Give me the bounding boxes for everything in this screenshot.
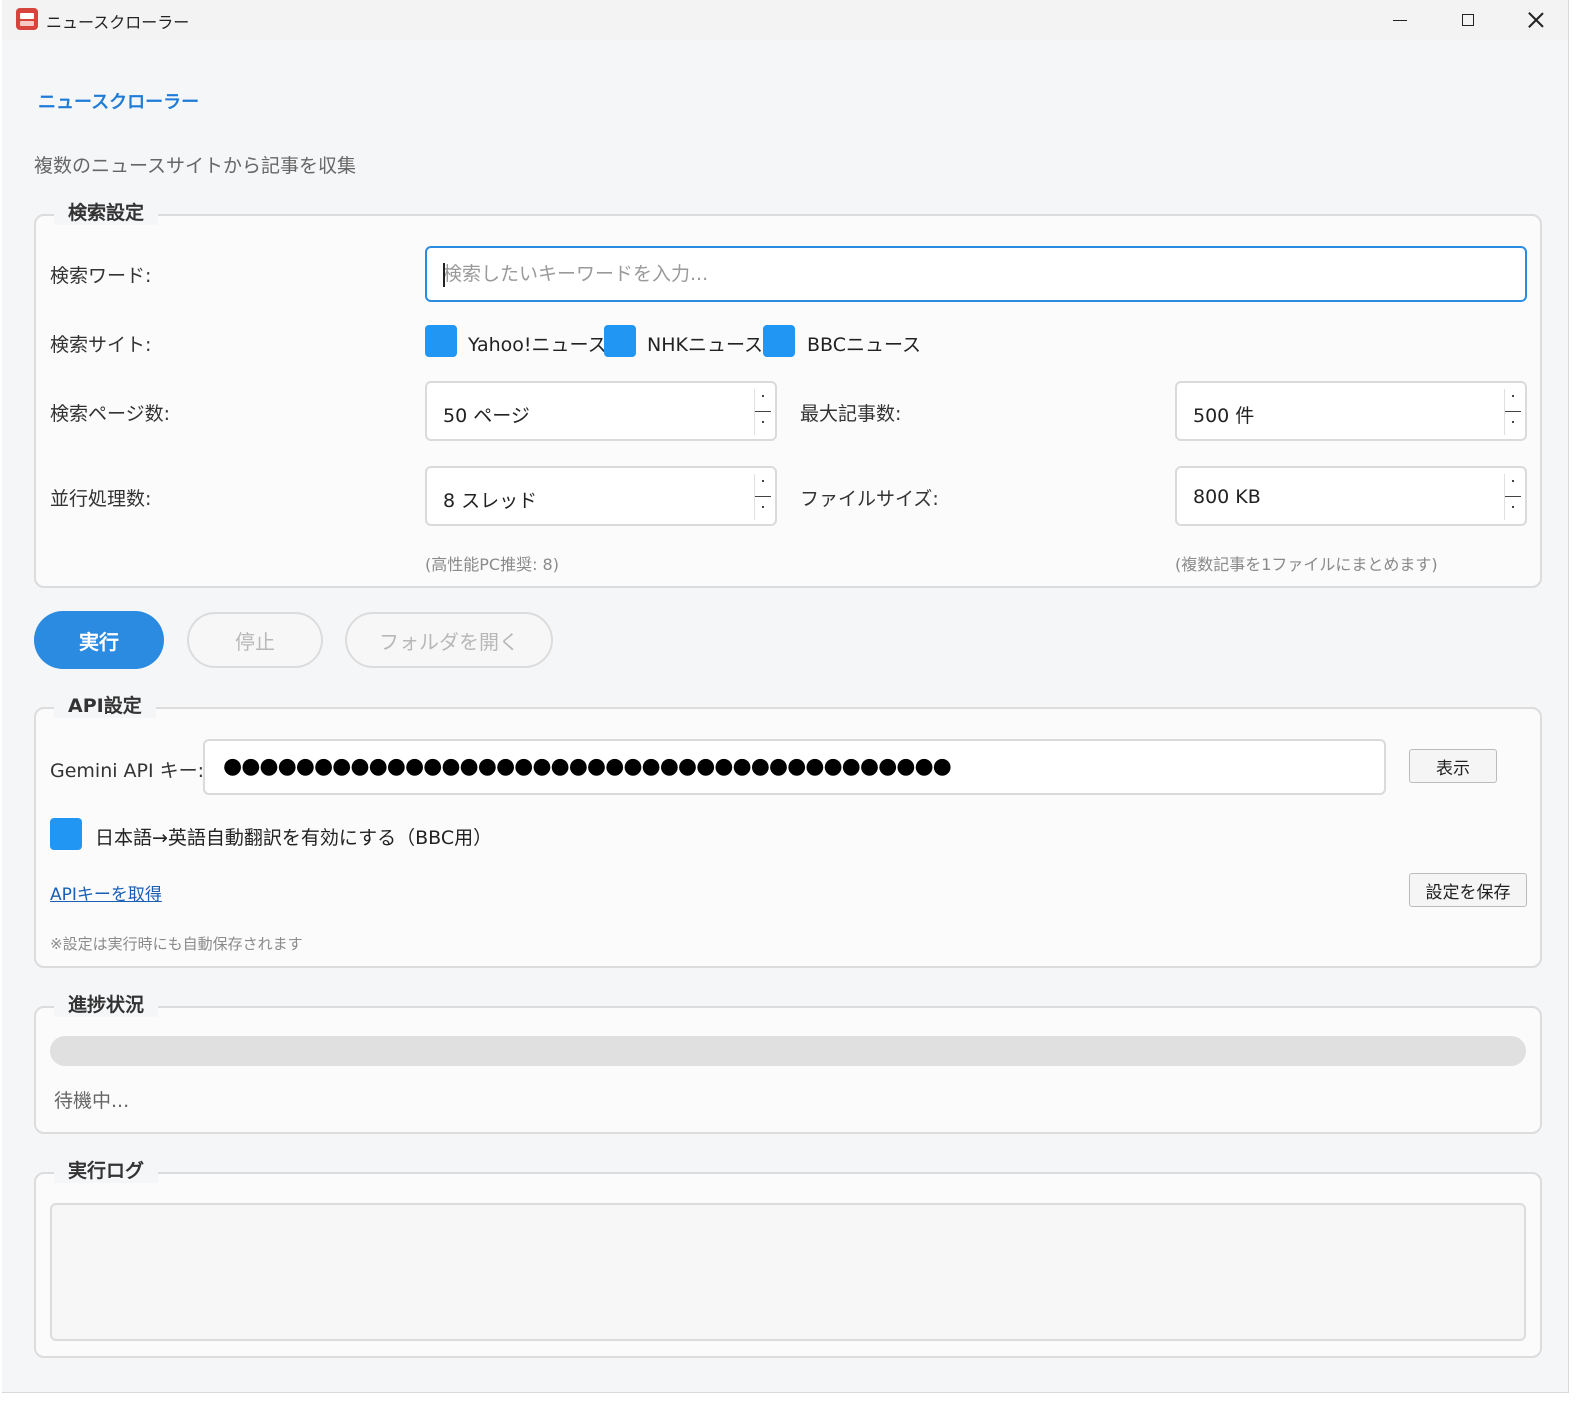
yahoo-label[interactable]: Yahoo!ニュース — [468, 330, 607, 357]
max-articles-value: 500 件 — [1193, 405, 1255, 427]
app-heading: ニュースクローラー — [38, 92, 200, 113]
maximize-button[interactable] — [1434, 0, 1502, 40]
save-settings-button[interactable]: 設定を保存 — [1409, 873, 1527, 907]
close-icon — [1528, 12, 1544, 28]
file-size-spin-buttons[interactable] — [1504, 474, 1521, 520]
keyword-input[interactable] — [443, 248, 1509, 300]
app-window: ニュースクローラー ニュースクローラー 複数のニュースサイトから記事を収集 検索… — [2, 0, 1569, 1393]
keyword-label: 検索ワード: — [50, 265, 152, 287]
file-size-label: ファイルサイズ: — [800, 488, 939, 510]
yahoo-checkbox[interactable] — [425, 325, 457, 357]
spin-up-icon[interactable] — [760, 393, 766, 399]
pages-spin-buttons[interactable] — [754, 389, 771, 435]
search-settings-legend: 検索設定 — [54, 198, 159, 225]
status-text: 待機中... — [54, 1090, 130, 1112]
pages-spinbox[interactable]: 50 ページ — [425, 381, 777, 441]
autosave-note: ※設定は実行時にも自動保存されます — [50, 935, 303, 953]
progress-legend: 進捗状況 — [54, 990, 159, 1017]
progress-bar — [50, 1036, 1526, 1066]
threads-hint: (高性能PC推奨: 8) — [425, 555, 559, 574]
api-key-label: Gemini API キー: — [50, 760, 205, 782]
maximize-icon — [1462, 14, 1474, 26]
app-subtitle: 複数のニュースサイトから記事を収集 — [34, 155, 357, 177]
open-folder-button[interactable]: フォルダを開く — [345, 612, 553, 668]
keyword-input-box[interactable] — [425, 246, 1527, 302]
threads-spinbox[interactable]: 8 スレッド — [425, 466, 777, 526]
close-button[interactable] — [1502, 0, 1568, 40]
threads-value: 8 スレッド — [443, 490, 538, 512]
progress-group: 進捗状況 — [34, 990, 1542, 1134]
log-legend: 実行ログ — [54, 1156, 159, 1183]
pages-label: 検索ページ数: — [50, 403, 171, 425]
spin-down-icon[interactable] — [1510, 504, 1516, 510]
spin-down-icon[interactable] — [760, 419, 766, 425]
spin-down-icon[interactable] — [1510, 419, 1516, 425]
get-api-key-link[interactable]: APIキーを取得 — [50, 880, 162, 905]
bbc-checkbox[interactable] — [763, 325, 795, 357]
sites-label: 検索サイト: — [50, 334, 152, 356]
minimize-icon — [1393, 19, 1407, 21]
nhk-label[interactable]: NHKニュース — [647, 330, 763, 357]
spin-down-icon[interactable] — [760, 504, 766, 510]
minimize-button[interactable] — [1366, 0, 1434, 40]
title-bar: ニュースクローラー — [2, 0, 1568, 40]
file-size-spinbox[interactable]: 800 KB — [1175, 466, 1527, 526]
file-size-hint: (複数記事を1ファイルにまとめます) — [1175, 555, 1438, 574]
api-settings-legend: API設定 — [54, 691, 156, 718]
translate-label[interactable]: 日本語→英語自動翻訳を有効にする（BBC用） — [95, 823, 492, 850]
file-size-value: 800 KB — [1193, 486, 1261, 508]
api-key-field[interactable]: ●●●●●●●●●●●●●●●●●●●●●●●●●●●●●●●●●●●●●●●● — [203, 739, 1386, 795]
translate-checkbox[interactable] — [50, 818, 82, 850]
spin-up-icon[interactable] — [760, 478, 766, 484]
max-articles-label: 最大記事数: — [800, 403, 902, 425]
log-textarea[interactable] — [50, 1203, 1526, 1341]
app-icon — [16, 8, 38, 30]
window-title: ニュースクローラー — [46, 13, 190, 32]
threads-label: 並行処理数: — [50, 488, 152, 510]
run-button[interactable]: 実行 — [34, 611, 164, 669]
api-key-masked-value: ●●●●●●●●●●●●●●●●●●●●●●●●●●●●●●●●●●●●●●●● — [223, 754, 952, 779]
pages-value: 50 ページ — [443, 405, 530, 427]
spin-up-icon[interactable] — [1510, 393, 1516, 399]
stop-button[interactable]: 停止 — [187, 612, 323, 668]
max-articles-spin-buttons[interactable] — [1504, 389, 1521, 435]
spin-up-icon[interactable] — [1510, 478, 1516, 484]
threads-spin-buttons[interactable] — [754, 474, 771, 520]
text-caret — [443, 263, 445, 287]
nhk-checkbox[interactable] — [604, 325, 636, 357]
max-articles-spinbox[interactable]: 500 件 — [1175, 381, 1527, 441]
show-key-button[interactable]: 表示 — [1409, 749, 1497, 783]
bbc-label[interactable]: BBCニュース — [807, 330, 921, 357]
